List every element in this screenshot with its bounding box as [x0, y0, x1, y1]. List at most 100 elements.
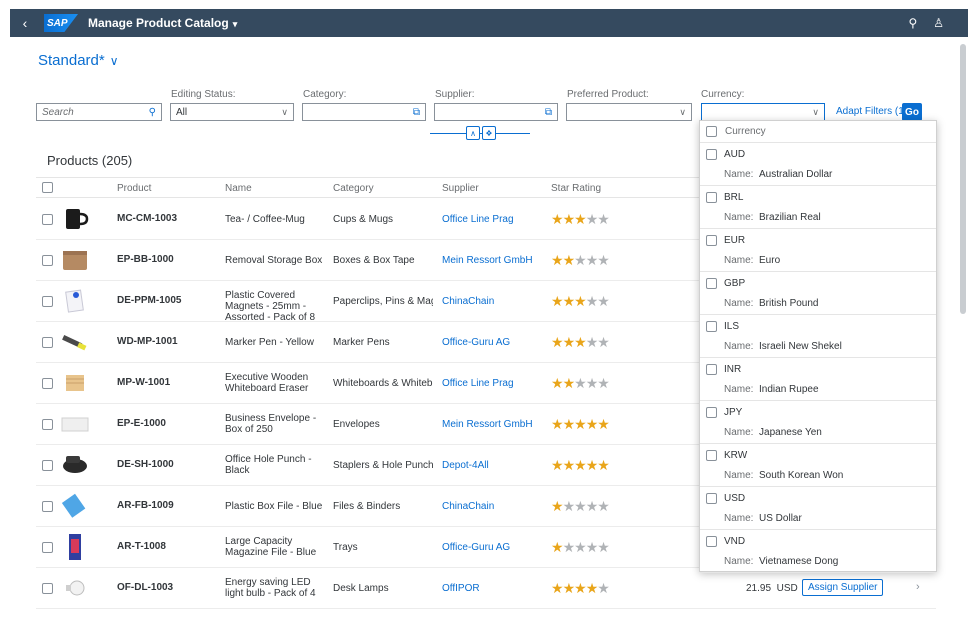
currency-option-brl[interactable]: BRL Name: Brazilian Real [700, 186, 936, 229]
star-icon: ★ [551, 375, 564, 391]
category-input[interactable]: ⧉ [302, 103, 426, 121]
row-checkbox[interactable] [42, 378, 53, 389]
currency-checkbox[interactable] [706, 149, 717, 160]
editing-status-select[interactable]: All ∨ [170, 103, 294, 121]
preferred-product-select[interactable]: ∨ [566, 103, 692, 121]
row-checkbox[interactable] [42, 337, 53, 348]
currency-option-krw[interactable]: KRW Name: South Korean Won [700, 444, 936, 487]
star-icon: ★ [551, 457, 564, 473]
currency-name: US Dollar [759, 513, 802, 524]
star-icon: ★ [585, 416, 599, 432]
price-value: 21.95 [746, 583, 772, 594]
currency-checkbox[interactable] [706, 364, 717, 375]
back-icon[interactable]: ‹ [10, 15, 40, 31]
row-checkbox[interactable] [42, 460, 53, 471]
header-supplier[interactable]: Supplier [442, 183, 479, 194]
user-icon[interactable]: ♙ [933, 16, 944, 30]
currency-code: GBP [724, 278, 746, 289]
product-category: Envelopes [333, 419, 380, 430]
currency-name-line: Name: Australian Dollar [724, 169, 832, 180]
supplier-link[interactable]: Mein Ressort GmbH [442, 255, 533, 266]
value-help-icon[interactable]: ⧉ [413, 107, 420, 118]
select-all-checkbox[interactable] [42, 182, 53, 193]
search-input[interactable]: Search ⚲ [36, 103, 162, 121]
product-category: Marker Pens [333, 337, 390, 348]
supplier-link[interactable]: Depot-4All [442, 460, 489, 471]
product-name: Tea- / Coffee-Mug [225, 214, 305, 225]
supplier-input[interactable]: ⧉ [434, 103, 558, 121]
currency-dropdown-title: Currency [725, 126, 766, 137]
currency-name: British Pound [759, 298, 819, 309]
currency-option-usd[interactable]: USD Name: US Dollar [700, 487, 936, 530]
star-icon: ★ [562, 416, 576, 432]
supplier-link[interactable]: Mein Ressort GmbH [442, 419, 533, 430]
currency-option-jpy[interactable]: JPY Name: Japanese Yen [700, 401, 936, 444]
supplier-link[interactable]: Office-Guru AG [442, 337, 510, 348]
star-icon: ★ [551, 252, 564, 268]
header-category[interactable]: Category [333, 183, 374, 194]
chevron-right-icon[interactable]: › [916, 581, 920, 593]
currency-option-gbp[interactable]: GBP Name: British Pound [700, 272, 936, 315]
currency-checkbox[interactable] [706, 407, 717, 418]
product-name: Executive Wooden Whiteboard Eraser [225, 372, 309, 394]
row-checkbox[interactable] [42, 583, 53, 594]
app-title: Manage Product Catalog [88, 16, 229, 30]
currency-checkbox[interactable] [706, 536, 717, 547]
currency-checkbox[interactable] [706, 235, 717, 246]
app-title-menu[interactable]: Manage Product Catalog ▾ [88, 16, 237, 30]
currency-checkbox[interactable] [706, 192, 717, 203]
page-scrollbar[interactable] [960, 44, 966, 314]
sap-logo[interactable]: SAP [44, 14, 78, 32]
currency-checkbox[interactable] [706, 450, 717, 461]
star-icon: ★ [574, 416, 587, 432]
currency-option-ils[interactable]: ILS Name: Israeli New Shekel [700, 315, 936, 358]
supplier-link[interactable]: Office Line Prag [442, 214, 514, 225]
search-icon[interactable]: ⚲ [149, 107, 156, 118]
table-row[interactable]: OF-DL-1003 Energy saving LED light bulb -… [36, 568, 936, 609]
product-thumbnail [60, 492, 90, 520]
supplier-link[interactable]: Office Line Prag [442, 378, 514, 389]
star-icon: ★ [551, 416, 564, 432]
collapse-icon[interactable]: ∧ [466, 126, 480, 140]
currency-code: VND [724, 536, 746, 547]
supplier-link[interactable]: Office-Guru AG [442, 542, 510, 553]
variant-selector[interactable]: Standard* ∨ [38, 52, 119, 69]
currency-checkbox[interactable] [706, 493, 717, 504]
currency-option-inr[interactable]: INR Name: Indian Rupee [700, 358, 936, 401]
adapt-filters-button[interactable]: Adapt Filters (1) [836, 106, 907, 117]
go-button[interactable]: Go [902, 103, 922, 121]
star-icon: ★ [551, 334, 564, 350]
currency-option-vnd[interactable]: VND Name: Vietnamese Dong [700, 530, 936, 573]
pin-icon[interactable]: ❖ [482, 126, 496, 140]
header-star-rating[interactable]: Star Rating [551, 183, 601, 194]
row-checkbox[interactable] [42, 501, 53, 512]
value-help-icon[interactable]: ⧉ [545, 107, 552, 118]
currency-option-eur[interactable]: EUR Name: Euro [700, 229, 936, 272]
row-checkbox[interactable] [42, 296, 53, 307]
currency-checkbox[interactable] [706, 321, 717, 332]
variant-name: Standard* [38, 52, 105, 69]
row-checkbox[interactable] [42, 214, 53, 225]
supplier-link[interactable]: ChinaChain [442, 296, 494, 307]
header-name[interactable]: Name [225, 183, 252, 194]
supplier-link[interactable]: ChinaChain [442, 501, 494, 512]
search-icon[interactable]: ⚲ [908, 16, 917, 30]
header-product[interactable]: Product [117, 183, 151, 194]
currency-code: INR [724, 364, 742, 375]
currency-dropdown-header[interactable]: Currency [700, 121, 936, 143]
row-checkbox[interactable] [42, 419, 53, 430]
star-icon: ★ [597, 293, 610, 309]
star-icon: ★ [585, 580, 599, 596]
star-rating: ★★★★★ [551, 498, 610, 515]
row-checkbox[interactable] [42, 542, 53, 553]
currency-option-aud[interactable]: AUD Name: Australian Dollar [700, 143, 936, 186]
currency-checkbox[interactable] [706, 278, 717, 289]
product-id: EP-E-1000 [117, 418, 166, 429]
product-price: 21.95 USD [746, 583, 798, 594]
assign-supplier-button[interactable]: Assign Supplier [802, 579, 884, 596]
currency-select[interactable]: ∨ [701, 103, 825, 121]
currency-name-line: Name: South Korean Won [724, 470, 843, 481]
row-checkbox[interactable] [42, 255, 53, 266]
supplier-link[interactable]: OffIPOR [442, 583, 480, 594]
select-all-currency-checkbox[interactable] [706, 126, 717, 137]
